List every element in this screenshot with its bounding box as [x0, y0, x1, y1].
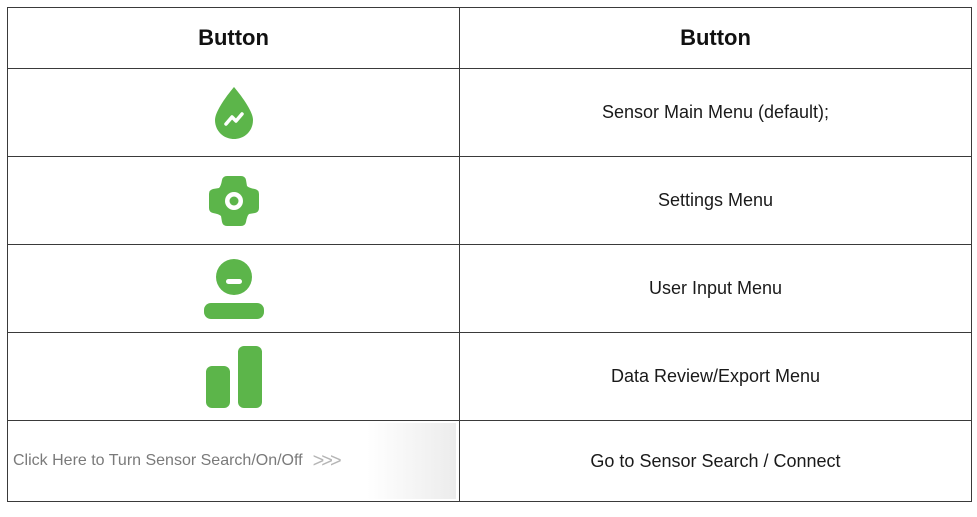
row-description: Settings Menu: [459, 156, 972, 245]
header-button-col1: Button: [7, 7, 460, 69]
row-description: Data Review/Export Menu: [459, 332, 972, 421]
chevron-right-icon: >>>: [312, 449, 342, 472]
icon-cell: [7, 332, 460, 421]
sensor-search-button-label: Click Here to Turn Sensor Search/On/Off: [13, 452, 303, 469]
settings-gear-icon[interactable]: [207, 174, 261, 228]
search-button-cell: Click Here to Turn Sensor Search/On/Off …: [7, 420, 460, 502]
sensor-droplet-icon[interactable]: [213, 85, 255, 141]
row-description: Sensor Main Menu (default);: [459, 68, 972, 157]
user-input-icon[interactable]: [202, 257, 266, 321]
button-reference-table: Button Button Sensor Main Menu (default)…: [7, 7, 972, 502]
header-button-col2: Button: [459, 7, 972, 69]
row-description: User Input Menu: [459, 244, 972, 333]
icon-cell: [7, 244, 460, 333]
table-row: Data Review/Export Menu: [7, 332, 972, 421]
table-row: Settings Menu: [7, 156, 972, 245]
sensor-search-toggle-button[interactable]: Click Here to Turn Sensor Search/On/Off …: [11, 423, 456, 499]
table-row: Click Here to Turn Sensor Search/On/Off …: [7, 420, 972, 502]
table-row: Sensor Main Menu (default);: [7, 68, 972, 157]
icon-cell: [7, 156, 460, 245]
icon-cell: [7, 68, 460, 157]
table-row: User Input Menu: [7, 244, 972, 333]
data-bar-chart-icon[interactable]: [204, 344, 264, 410]
row-description: Go to Sensor Search / Connect: [459, 420, 972, 502]
